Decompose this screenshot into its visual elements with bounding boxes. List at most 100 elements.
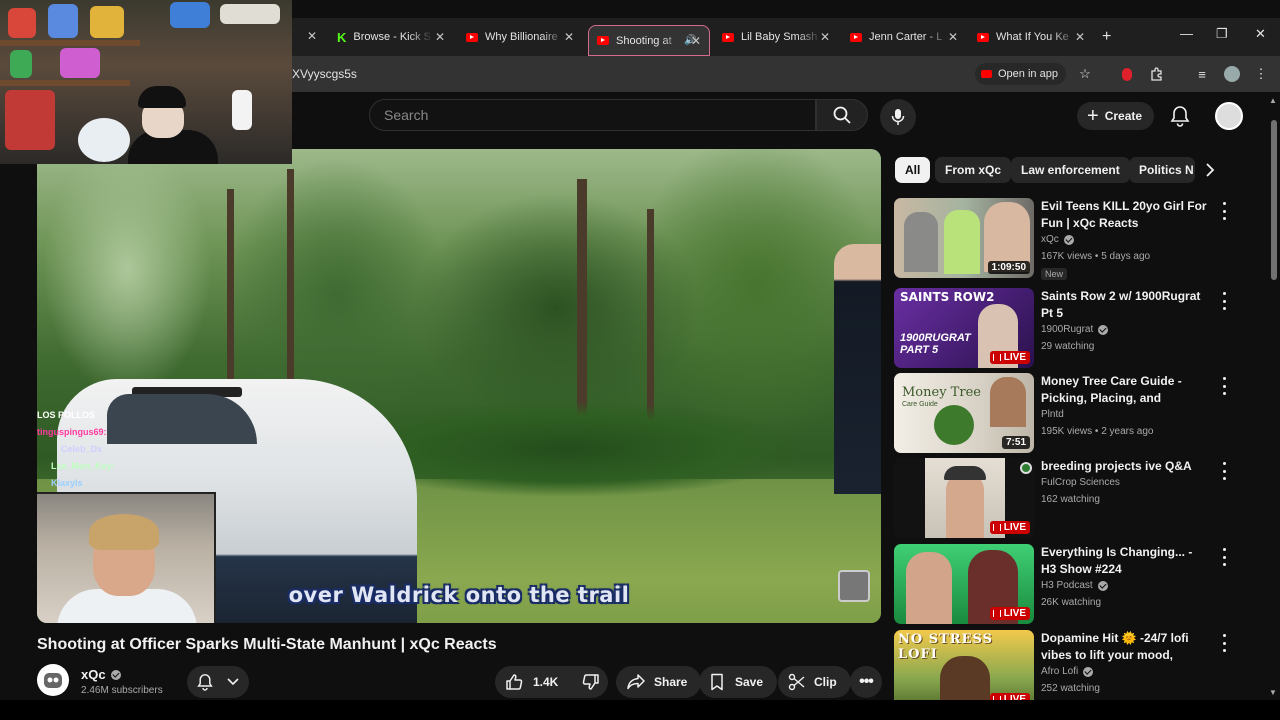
create-button[interactable]: + Create bbox=[1077, 102, 1155, 130]
live-icon bbox=[992, 524, 1001, 531]
browser-menu-icon[interactable]: ⋮ bbox=[1252, 65, 1270, 83]
channel-name[interactable]: Plntd bbox=[1041, 409, 1064, 420]
browser-tab-jenn-carter[interactable]: Jenn Carter - L ✕ bbox=[850, 24, 958, 50]
search-button[interactable] bbox=[816, 99, 868, 131]
chip-politics[interactable]: Politics N bbox=[1129, 157, 1195, 183]
thumb-text: SAINTS ROW2 bbox=[900, 290, 995, 304]
video-title[interactable]: Everything Is Changing... - H3 Show #224 bbox=[1041, 544, 1211, 578]
user-avatar[interactable] bbox=[1215, 102, 1243, 130]
close-window-icon[interactable]: ✕ bbox=[1255, 26, 1266, 42]
chip-all[interactable]: All bbox=[895, 157, 931, 183]
like-button[interactable]: 1.4K bbox=[505, 673, 558, 691]
video-title[interactable]: Evil Teens KILL 20yo Girl For Fun | xQc … bbox=[1041, 198, 1211, 232]
recommendation-item[interactable]: LIVE breeding projects ive Q&A FulCrop S… bbox=[894, 458, 1234, 538]
extension-red-icon[interactable] bbox=[1118, 65, 1136, 83]
verified-check-icon bbox=[110, 669, 121, 680]
browser-tab-what-if[interactable]: What If You Ke ✕ bbox=[977, 24, 1085, 50]
channel-avatar-small[interactable] bbox=[1020, 462, 1032, 474]
search-box[interactable] bbox=[369, 99, 816, 131]
chat-user: LOS POLLOS bbox=[37, 410, 96, 420]
channel-name[interactable]: 1900Rugrat bbox=[1041, 324, 1109, 335]
channel-name[interactable]: xQc bbox=[81, 667, 121, 682]
chip-law-enforcement[interactable]: Law enforcement bbox=[1011, 157, 1130, 183]
tab-close-icon[interactable]: ✕ bbox=[691, 34, 701, 48]
channel-avatar[interactable] bbox=[37, 664, 69, 696]
scroll-down-arrow-icon[interactable]: ▼ bbox=[1269, 688, 1277, 697]
video-title[interactable]: breeding projects ive Q&A bbox=[1041, 458, 1211, 475]
channel-name[interactable]: Afro Lofi bbox=[1041, 666, 1094, 677]
channel-name[interactable]: FulCrop Sciences bbox=[1041, 477, 1120, 488]
open-in-app-button[interactable]: Open in app bbox=[975, 63, 1066, 85]
lamp bbox=[232, 90, 252, 130]
browser-tab-billionaire[interactable]: Why Billionaire ✕ bbox=[466, 24, 574, 50]
channel-name[interactable]: xQc bbox=[1041, 234, 1074, 245]
channel-logo-icon bbox=[44, 673, 62, 688]
video-thumbnail[interactable]: NO STRESS LOFI LIVE bbox=[894, 630, 1034, 710]
channel-name[interactable]: H3 Podcast bbox=[1041, 580, 1108, 591]
share-button[interactable]: Share bbox=[616, 666, 702, 698]
media-controls-icon[interactable]: ≡ bbox=[1193, 65, 1211, 83]
video-player[interactable]: LOS POLLOS tinguspingus69: Celeb_Dx Lse_… bbox=[37, 149, 881, 623]
chip-from-xqc[interactable]: From xQc bbox=[935, 157, 1012, 183]
tab-close-icon[interactable]: ✕ bbox=[948, 30, 958, 44]
recommendation-item[interactable]: NO STRESS LOFI LIVE Dopamine Hit 🌞 -24/7… bbox=[894, 630, 1234, 710]
video-title[interactable]: Saints Row 2 w/ 1900Rugrat Pt 5 bbox=[1041, 288, 1211, 322]
channel-name-text: H3 Podcast bbox=[1041, 580, 1093, 591]
chips-next-button[interactable] bbox=[1198, 158, 1222, 182]
live-badge: LIVE bbox=[989, 351, 1030, 364]
browser-tab-lil-baby[interactable]: Lil Baby Smash ✕ bbox=[722, 24, 830, 50]
more-vert-icon[interactable] bbox=[1219, 202, 1229, 220]
more-vert-icon[interactable] bbox=[1219, 462, 1229, 480]
youtube-icon bbox=[722, 32, 734, 42]
clip-button[interactable]: Clip bbox=[778, 666, 851, 698]
video-thumbnail[interactable]: Money Tree Care Guide 7:51 bbox=[894, 373, 1034, 453]
shelf bbox=[0, 40, 140, 46]
tab-close-icon[interactable]: ✕ bbox=[435, 30, 445, 44]
thumb-person bbox=[904, 212, 938, 272]
more-vert-icon[interactable] bbox=[1219, 634, 1229, 652]
subscribed-notification-button[interactable] bbox=[187, 666, 249, 698]
browser-tab-shooting-active[interactable]: Shooting at 🔊 ✕ bbox=[588, 25, 710, 56]
new-tab-plus-icon[interactable]: + bbox=[1102, 28, 1111, 46]
minimize-icon[interactable]: — bbox=[1180, 26, 1193, 41]
video-thumbnail[interactable]: LIVE bbox=[894, 458, 1034, 538]
scrollbar-thumb[interactable] bbox=[1271, 120, 1277, 280]
video-thumbnail[interactable]: LIVE bbox=[894, 544, 1034, 624]
more-actions-button[interactable]: ••• bbox=[850, 666, 882, 698]
verified-check-icon bbox=[1097, 580, 1108, 591]
video-title[interactable]: Dopamine Hit 🌞 -24/7 lofi vibes to lift … bbox=[1041, 630, 1211, 664]
more-vert-icon[interactable] bbox=[1219, 292, 1229, 310]
thumb-plant bbox=[934, 405, 974, 445]
tab-close-icon[interactable]: ✕ bbox=[307, 29, 317, 43]
recommendation-item[interactable]: LIVE Everything Is Changing... - H3 Show… bbox=[894, 544, 1234, 624]
tab-close-icon[interactable]: ✕ bbox=[1075, 30, 1085, 44]
voice-search-button[interactable] bbox=[880, 99, 916, 135]
recommendation-item[interactable]: 1:09:50 Evil Teens KILL 20yo Girl For Fu… bbox=[894, 198, 1234, 280]
scroll-up-arrow-icon[interactable]: ▲ bbox=[1269, 96, 1277, 105]
tab-close-icon[interactable]: ✕ bbox=[820, 30, 830, 44]
search-input[interactable] bbox=[370, 100, 815, 130]
extensions-puzzle-icon[interactable] bbox=[1148, 65, 1166, 83]
page-scrollbar[interactable]: ▲ ▼ bbox=[1268, 96, 1278, 700]
notifications-bell-icon[interactable] bbox=[1170, 105, 1190, 127]
toy bbox=[8, 8, 36, 38]
restore-icon[interactable]: ❐ bbox=[1216, 26, 1228, 42]
tab-close-icon[interactable]: ✕ bbox=[564, 30, 574, 44]
bookmark-star-icon[interactable]: ☆ bbox=[1076, 65, 1094, 83]
more-vert-icon[interactable] bbox=[1219, 377, 1229, 395]
url-text[interactable]: XVyyscgs5s bbox=[292, 67, 357, 81]
browser-tab-kick[interactable]: K Browse - Kick S ✕ bbox=[337, 24, 445, 50]
more-vert-icon[interactable] bbox=[1219, 548, 1229, 566]
subscriber-count: 2.46M subscribers bbox=[81, 685, 163, 696]
video-title[interactable]: Money Tree Care Guide - Picking, Placing… bbox=[1041, 373, 1211, 407]
recommendation-item[interactable]: Money Tree Care Guide 7:51 Money Tree Ca… bbox=[894, 373, 1234, 453]
recommendation-item[interactable]: SAINTS ROW2 1900RUGRAT PART 5 LIVE Saint… bbox=[894, 288, 1234, 368]
video-meta: 252 watching bbox=[1041, 683, 1100, 694]
save-button[interactable]: Save bbox=[699, 666, 778, 698]
channel-watermark-icon[interactable] bbox=[838, 570, 870, 602]
video-thumbnail[interactable]: 1:09:50 bbox=[894, 198, 1034, 278]
bell-icon bbox=[197, 674, 213, 691]
video-thumbnail[interactable]: SAINTS ROW2 1900RUGRAT PART 5 LIVE bbox=[894, 288, 1034, 368]
dislike-button[interactable] bbox=[582, 673, 600, 691]
profile-icon[interactable] bbox=[1223, 65, 1241, 83]
